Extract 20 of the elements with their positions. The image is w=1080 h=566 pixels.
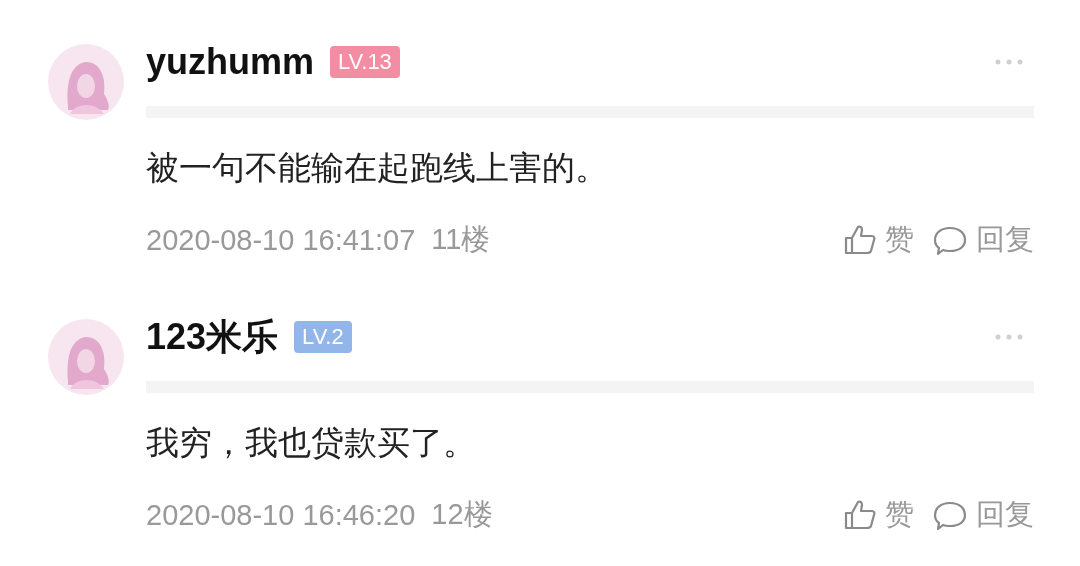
speech-bubble-icon[interactable] — [932, 224, 968, 256]
avatar[interactable] — [48, 319, 124, 395]
timestamp: 2020-08-10 16:41:07 — [146, 223, 416, 257]
thumbs-up-icon[interactable] — [843, 499, 877, 531]
username[interactable]: 123米乐 — [146, 312, 279, 362]
reply-button[interactable]: 回复 — [932, 220, 1034, 260]
username[interactable]: yuzhumm — [146, 41, 314, 83]
like-button[interactable]: 赞 — [843, 495, 914, 535]
level-badge: LV.2 — [294, 321, 352, 353]
floor-number: 12楼 — [431, 497, 493, 532]
timestamp: 2020-08-10 16:46:20 — [146, 498, 416, 532]
like-button[interactable]: 赞 — [843, 220, 914, 260]
avatar[interactable] — [48, 44, 124, 120]
speech-bubble-icon[interactable] — [932, 499, 968, 531]
thumbs-up-icon[interactable] — [843, 224, 877, 256]
comment-text: 被一句不能输在起跑线上害的。 — [146, 147, 609, 189]
comment-text: 我穷，我也贷款买了。 — [146, 422, 477, 464]
floor-number: 11楼 — [431, 222, 491, 257]
level-badge: LV.13 — [330, 46, 400, 78]
reply-button[interactable]: 回复 — [932, 495, 1034, 535]
